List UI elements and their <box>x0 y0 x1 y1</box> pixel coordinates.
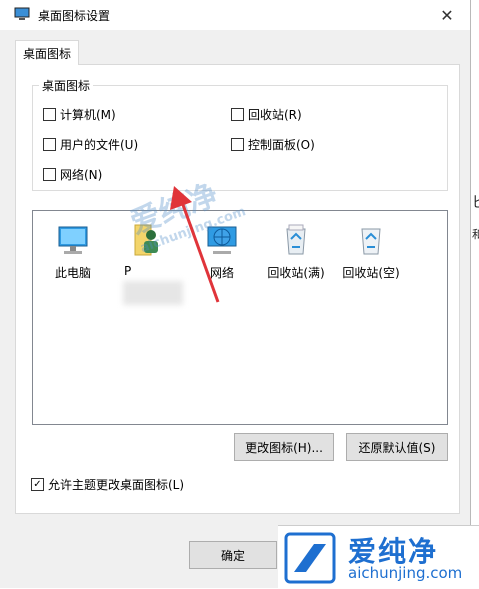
background-text-fragment: 和 <box>472 228 479 241</box>
tab-label: 桌面图标 <box>22 46 71 61</box>
checkmark-icon: ✓ <box>33 479 42 490</box>
checkbox-box[interactable]: ✓ <box>31 478 44 491</box>
checkbox-box[interactable] <box>231 137 244 151</box>
close-button[interactable]: ✕ <box>424 0 470 30</box>
checkbox-box[interactable] <box>43 137 56 151</box>
icon-list: 此电脑 P 网络 回收站(满) 回收站(空) <box>32 210 448 425</box>
icon-label: 回收站(满) <box>267 266 325 280</box>
window-title: 桌面图标设置 <box>38 9 111 23</box>
button-label: 更改图标(H)... <box>245 440 323 455</box>
allow-themes-checkbox[interactable]: ✓ 允许主题更改桌面图标(L) <box>31 476 184 493</box>
red-arrow-annotation <box>170 186 220 303</box>
title-bar: 桌面图标设置 ✕ <box>0 0 470 30</box>
recycle-bin-empty-icon <box>361 228 381 255</box>
checkbox-network[interactable]: 网络(N) <box>43 166 102 182</box>
group-title: 桌面图标 <box>39 77 94 94</box>
tab-panel: 桌面图标 计算机(M) 回收站(R) 用户的文件(U) 控制面板(O) 网络(N… <box>15 64 460 514</box>
checkbox-box[interactable] <box>231 107 244 121</box>
icon-label: 此电脑 <box>54 266 91 280</box>
brand-logo-icon <box>284 532 336 584</box>
change-icon-button[interactable]: 更改图标(H)... <box>234 433 334 461</box>
checkbox-label: 允许主题更改桌面图标(L) <box>48 478 185 492</box>
checkbox-computer[interactable]: 计算机(M) <box>43 106 116 122</box>
checkbox-user-files[interactable]: 用户的文件(U) <box>43 136 138 152</box>
checkbox-recycle-bin[interactable]: 回收站(R) <box>231 106 302 122</box>
background-text-fragment: 匕 <box>472 192 479 212</box>
checkbox-label: 网络(N) <box>60 167 103 182</box>
tab-desktop-icons[interactable]: 桌面图标 <box>15 40 79 65</box>
icon-label: 回收站(空) <box>342 266 400 280</box>
restore-default-button[interactable]: 还原默认值(S) <box>346 433 448 461</box>
checkbox-control-panel[interactable]: 控制面板(O) <box>231 136 315 152</box>
button-label: 确定 <box>220 548 245 563</box>
checkbox-box[interactable] <box>43 107 56 121</box>
checkbox-box[interactable] <box>43 167 56 181</box>
watermark-logo-panel: 爱纯净 aichunjing.com <box>278 525 479 589</box>
list-item-this-pc[interactable]: 此电脑 <box>37 223 109 281</box>
list-item-recycle-bin-empty[interactable]: 回收站(空) <box>335 223 407 281</box>
ok-button[interactable]: 确定 <box>189 541 277 569</box>
recycle-bin-full-icon <box>286 224 306 255</box>
list-item-recycle-bin-full[interactable]: 回收站(满) <box>260 223 332 281</box>
desktop-icon-settings-dialog: 桌面图标设置 ✕ 桌面图标 桌面图标 计算机(M) 回收站(R) 用户的文件(U… <box>0 0 471 588</box>
button-label: 还原默认值(S) <box>358 440 436 455</box>
watermark-url-large: aichunjing.com <box>348 564 463 582</box>
computer-icon <box>58 226 88 254</box>
close-icon: ✕ <box>440 5 454 25</box>
checkbox-label: 计算机(M) <box>60 107 116 122</box>
desktop-icons-group: 桌面图标 计算机(M) 回收站(R) 用户的文件(U) 控制面板(O) 网络(N… <box>32 77 448 191</box>
checkbox-label: 回收站(R) <box>248 107 302 122</box>
desktop-settings-icon <box>14 7 30 20</box>
checkbox-label: 控制面板(O) <box>248 137 315 152</box>
checkbox-label: 用户的文件(U) <box>60 137 139 152</box>
